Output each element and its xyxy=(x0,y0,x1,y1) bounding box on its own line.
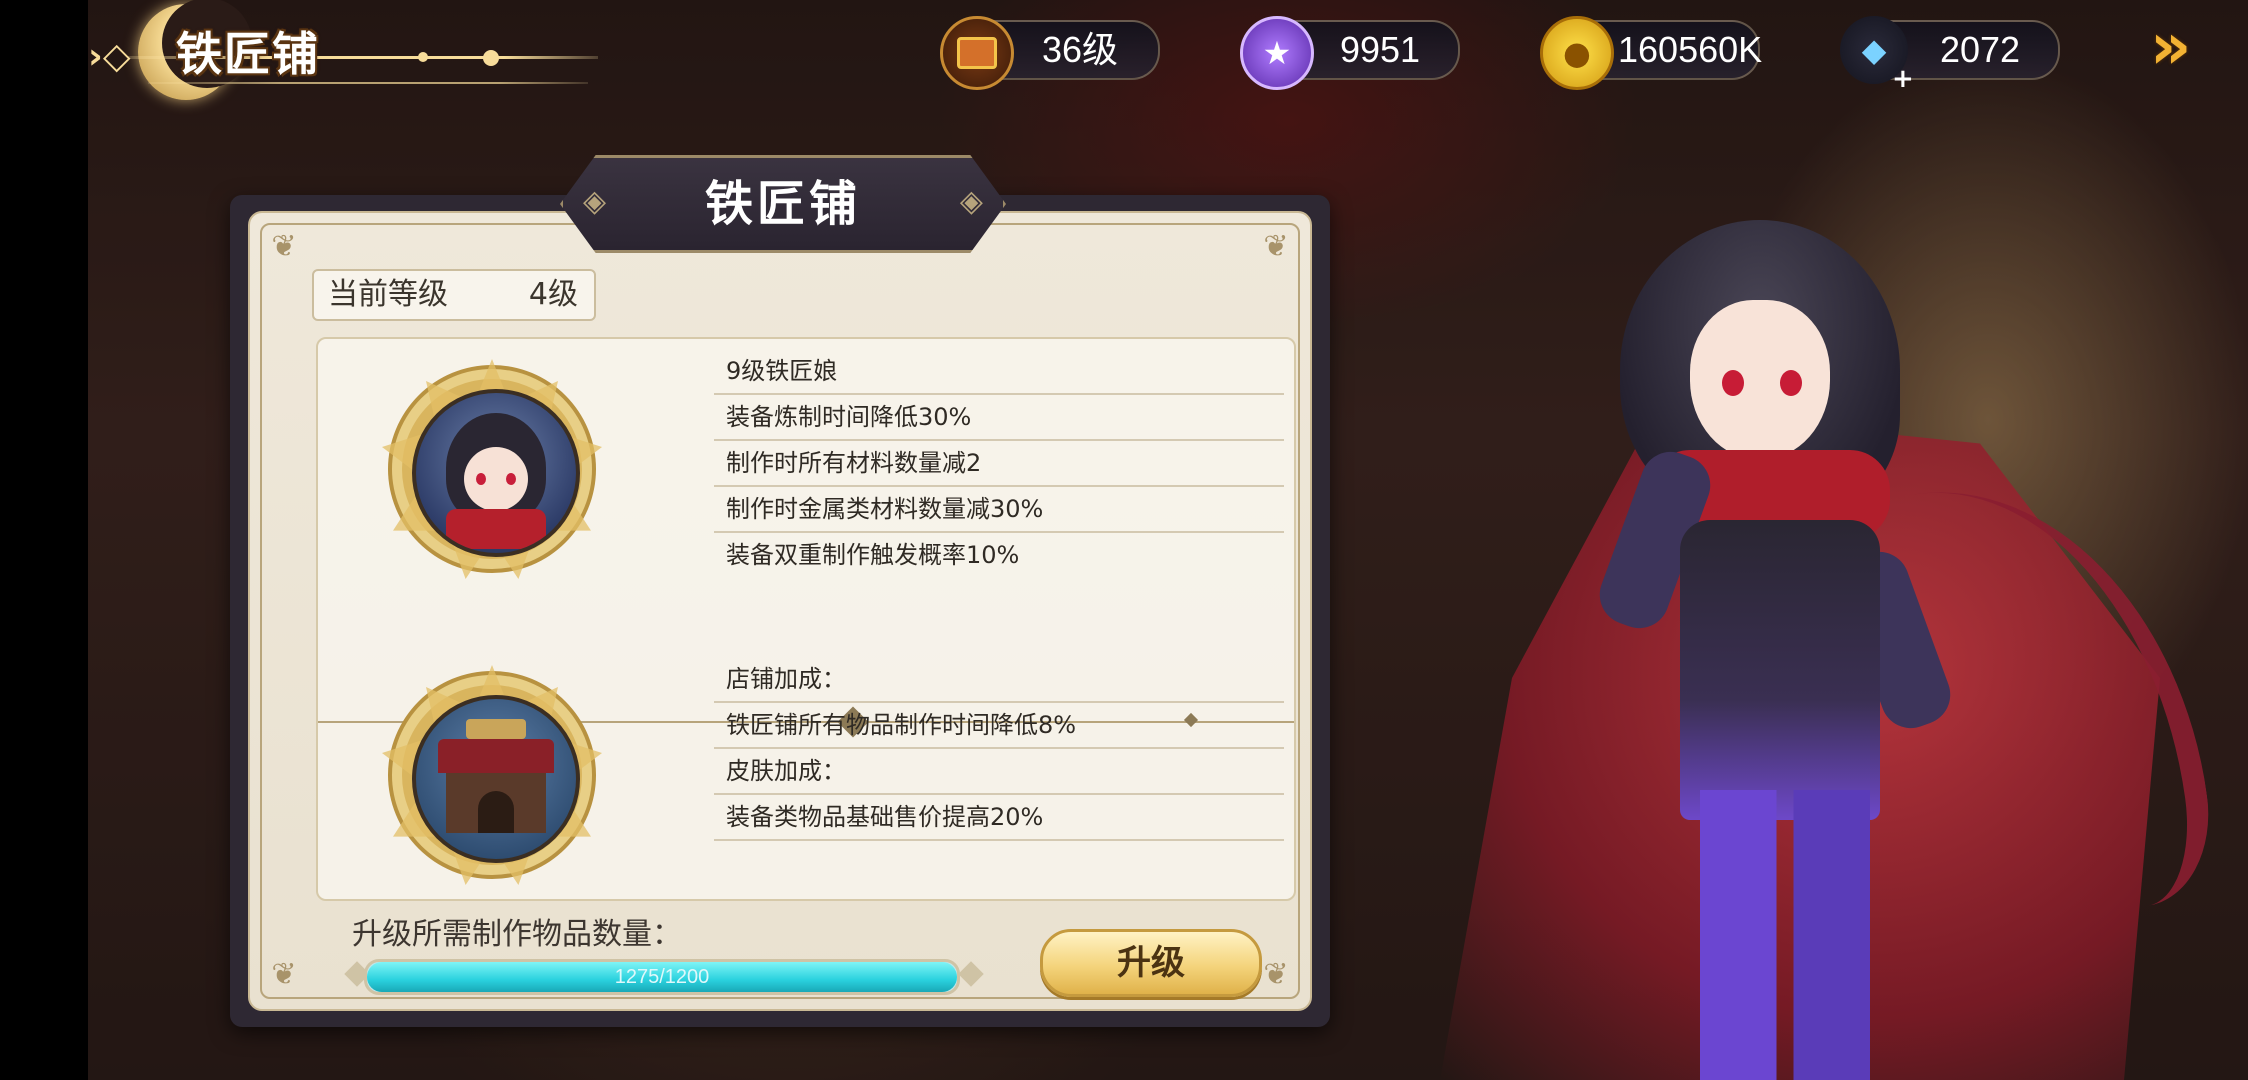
progress-text: 1275/1200 xyxy=(614,966,710,988)
list-item: 铁匠铺所有物品制作时间降低8% xyxy=(714,703,1284,749)
shop-roof xyxy=(438,739,554,773)
corner-ornament-icon: ❦ xyxy=(271,229,297,264)
screen-title: 铁匠铺 xyxy=(176,27,320,81)
list-item: 装备双重制作触发概率10% xyxy=(726,541,1020,569)
resource-value: 160560K xyxy=(1618,29,1763,70)
corner-ornament-icon: ❦ xyxy=(1263,957,1289,992)
character-face xyxy=(1690,300,1830,460)
purple-star-token-icon: ★ xyxy=(1240,16,1314,90)
exit-arrow-icon[interactable]: » xyxy=(2150,10,2191,84)
portrait-image xyxy=(412,389,580,557)
shop-image xyxy=(412,695,580,863)
level-resource[interactable]: 36级 xyxy=(940,16,1160,90)
panel-title-banner: ◈ 铁匠铺 ◈ xyxy=(560,155,1006,253)
star-token-resource[interactable]: ★ 9951 xyxy=(1240,16,1460,90)
title-dot xyxy=(483,50,499,66)
list-item: 装备类物品基础售价提高20% xyxy=(714,795,1284,841)
blacksmith-panel: ❦ ❦ ❦ ❦ 当前等级 4级 9级铁匠娘 装备炼制时间降低30% 制作时所有材… xyxy=(230,155,1330,1027)
gold-resource[interactable]: ● 160560K xyxy=(1540,16,1763,90)
current-level-box: 当前等级 4级 xyxy=(312,269,596,321)
current-level-label: 当前等级 xyxy=(328,277,448,312)
resource-value: 36级 xyxy=(1041,29,1119,70)
portrait-eye xyxy=(506,473,516,485)
list-item: 制作时金属类材料数量减30% xyxy=(714,487,1284,533)
panel-title: 铁匠铺 xyxy=(704,176,861,232)
upgrade-button[interactable]: 升级 xyxy=(1040,929,1262,997)
shop-skin-portrait[interactable] xyxy=(382,665,602,885)
resource-value: 2072 xyxy=(1939,29,2021,70)
bonus-info-area: 9级铁匠娘 装备炼制时间降低30% 制作时所有材料数量减2 制作时金属类材料数量… xyxy=(316,337,1296,901)
title-dot xyxy=(418,52,428,62)
character-legs xyxy=(1700,790,1870,1080)
list-item: 制作时所有材料数量减2 xyxy=(714,441,1284,487)
list-item: 9级铁匠娘 xyxy=(714,349,1284,395)
portrait-eye xyxy=(476,473,486,485)
shop-door xyxy=(478,791,514,833)
blacksmith-bonus-list: 9级铁匠娘 装备炼制时间降低30% 制作时所有材料数量减2 制作时金属类材料数量… xyxy=(714,349,1284,577)
character-eye xyxy=(1780,370,1802,396)
upgrade-progress-bar: 1275/1200 xyxy=(364,959,960,995)
diamond-resource[interactable]: ◆ + 2072 xyxy=(1840,16,2060,94)
list-item: 皮肤加成： xyxy=(714,749,1284,795)
blacksmith-girl-character-art xyxy=(1400,150,2222,1080)
shop-sign xyxy=(466,719,526,739)
add-diamond-icon[interactable]: + xyxy=(1892,64,1914,94)
shop-bonus-list: 店铺加成： 铁匠铺所有物品制作时间降低8% 皮肤加成： 装备类物品基础售价提高2… xyxy=(714,657,1284,841)
resource-value: 9951 xyxy=(1339,29,1421,70)
character-eye xyxy=(1722,370,1744,396)
blacksmith-girl-portrait[interactable] xyxy=(382,359,602,579)
list-item: 店铺加成： xyxy=(714,657,1284,703)
portrait-scarf xyxy=(446,509,546,549)
corner-ornament-icon: ❦ xyxy=(1263,229,1289,264)
gold-coin-icon: ● xyxy=(1540,16,1614,90)
banner-ornament-icon: ◈ xyxy=(959,184,983,219)
upgrade-requirement-label: 升级所需制作物品数量： xyxy=(352,917,682,952)
screen-title-bar: ›◇ 铁匠铺 xyxy=(88,0,628,110)
character-body xyxy=(1680,520,1880,820)
chest-icon xyxy=(940,16,1014,90)
corner-ornament-icon: ❦ xyxy=(271,957,297,992)
portrait-face xyxy=(464,447,528,511)
list-item: 装备炼制时间降低30% xyxy=(714,395,1284,441)
back-chevron-icon[interactable]: ›◇ xyxy=(88,36,131,77)
current-level-value: 4级 xyxy=(528,277,578,312)
panel-content: ❦ ❦ ❦ ❦ 当前等级 4级 9级铁匠娘 装备炼制时间降低30% 制作时所有材… xyxy=(248,211,1312,1011)
